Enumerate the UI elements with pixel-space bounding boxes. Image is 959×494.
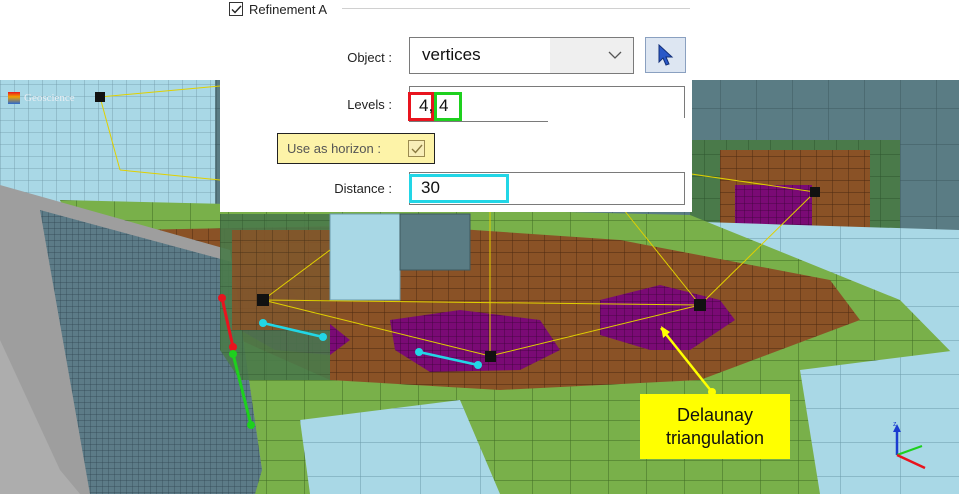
horizon-checkbox[interactable]	[408, 140, 425, 157]
logo-text: Geoscience	[24, 92, 75, 104]
refinement-title: Refinement A	[249, 1, 328, 17]
refinement-group: Refinement A	[229, 0, 327, 18]
group-divider	[342, 8, 690, 9]
distance-label: Distance :	[334, 181, 392, 196]
levels-value-2: 4	[439, 96, 449, 115]
geoscience-logo: Geoscience	[8, 92, 75, 104]
levels-value-1: 4,	[419, 96, 434, 115]
object-value: vertices	[422, 45, 481, 64]
checkmark-icon	[411, 144, 423, 154]
chevron-down-icon	[608, 51, 622, 59]
refinement-checkbox[interactable]	[229, 2, 243, 16]
callout-line-1: Delaunay	[676, 404, 754, 425]
delaunay-callout: Delaunay triangulation	[640, 394, 790, 459]
checkmark-icon	[231, 5, 242, 14]
pick-object-button[interactable]	[645, 37, 686, 73]
object-label: Object :	[347, 50, 392, 65]
levels-label: Levels :	[347, 97, 392, 112]
svg-text:z: z	[893, 421, 897, 428]
horizon-highlight: Use as horizon :	[277, 133, 435, 164]
cursor-pointer-icon	[658, 44, 673, 66]
horizon-label: Use as horizon :	[287, 141, 381, 156]
callout-line-2: triangulation	[665, 427, 765, 448]
distance-value: 30	[421, 178, 440, 197]
object-dropdown[interactable]: vertices	[409, 37, 634, 74]
